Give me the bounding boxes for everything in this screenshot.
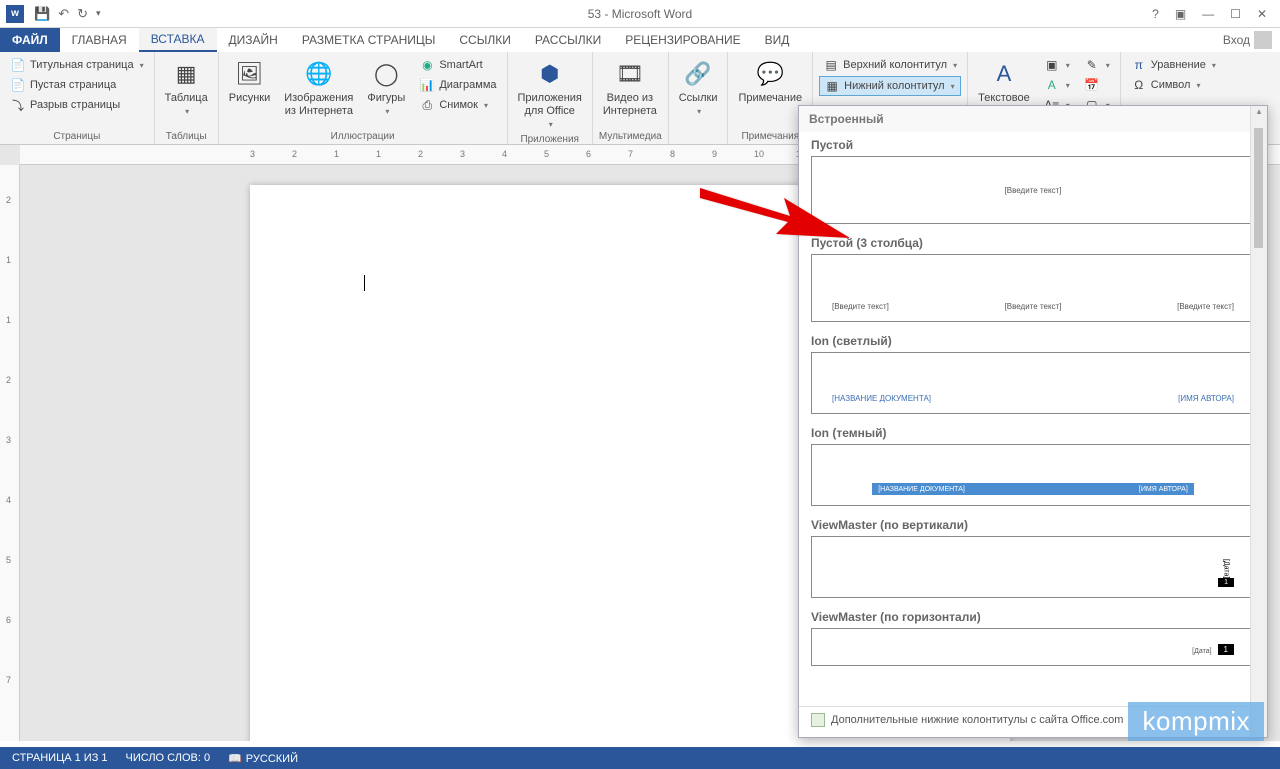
video-icon: 🎞: [614, 58, 646, 90]
group-pages: 📄Титульная страница▾ 📄Пустая страница ⤵Р…: [0, 52, 155, 144]
header-icon: ▤: [823, 57, 839, 73]
dropdown-category: Встроенный: [799, 106, 1267, 132]
equation-icon: π: [1131, 57, 1147, 73]
group-apps-label: Приложения: [514, 132, 586, 145]
table-icon: ▦: [170, 58, 202, 90]
online-video-button[interactable]: 🎞Видео из Интернета: [599, 56, 661, 120]
help-icon[interactable]: ?: [1147, 7, 1164, 21]
status-words[interactable]: ЧИСЛО СЛОВ: 0: [126, 752, 211, 764]
shapes-icon: ◯: [370, 58, 402, 90]
group-illustrations: 🖼Рисунки 🌐Изображения из Интернета ◯Фигу…: [219, 52, 508, 144]
page-break-icon: ⤵: [10, 97, 26, 113]
word-logo: w: [6, 5, 24, 23]
window-title: 53 - Microsoft Word: [588, 7, 692, 21]
minimize-icon[interactable]: —: [1197, 7, 1219, 21]
watermark: kompmix: [1128, 702, 1264, 741]
status-bar: СТРАНИЦА 1 ИЗ 1 ЧИСЛО СЛОВ: 0 📖РУССКИЙ: [0, 747, 1280, 769]
undo-icon[interactable]: ↶: [58, 6, 69, 22]
apps-button[interactable]: ⬢Приложения для Office▾: [514, 56, 586, 132]
cover-page-icon: 📄: [10, 57, 26, 73]
textbox-button[interactable]: AТекстовое: [974, 56, 1034, 107]
screenshot-icon: ⎙: [419, 97, 435, 113]
comment-button[interactable]: 💬Примечание: [734, 56, 806, 107]
gallery-item-blank[interactable]: Пустой [Введите текст]: [799, 132, 1267, 224]
quick-access-toolbar: 💾 ↶ ↻ ▾: [34, 6, 101, 22]
title-bar: w 💾 ↶ ↻ ▾ 53 - Microsoft Word ? ▣ — ☐ ✕: [0, 0, 1280, 28]
avatar-icon: [1254, 31, 1272, 49]
sign-in-label: Вход: [1223, 33, 1250, 47]
maximize-icon[interactable]: ☐: [1225, 7, 1246, 21]
comment-icon: 💬: [754, 58, 786, 90]
blank-page-icon: 📄: [10, 77, 26, 93]
smartart-icon: ◉: [419, 57, 435, 73]
office-icon: [811, 713, 825, 727]
status-lang[interactable]: 📖РУССКИЙ: [228, 752, 298, 765]
online-pictures-icon: 🌐: [303, 58, 335, 90]
gallery-item-viewmaster-h[interactable]: ViewMaster (по горизонтали) [Дата] 1: [799, 604, 1267, 666]
footer-icon: ▦: [824, 78, 840, 94]
equation-button[interactable]: πУравнение▾: [1127, 56, 1220, 74]
tab-review[interactable]: РЕЦЕНЗИРОВАНИЕ: [613, 28, 752, 52]
ribbon-options-icon[interactable]: ▣: [1170, 7, 1191, 21]
group-apps: ⬢Приложения для Office▾ Приложения: [508, 52, 593, 144]
quick-parts-button[interactable]: ▣▾: [1040, 56, 1074, 74]
wordart-button[interactable]: A▾: [1040, 76, 1074, 94]
links-button[interactable]: 🔗Ссылки▾: [675, 56, 722, 119]
text-cursor: [364, 275, 365, 291]
group-media: 🎞Видео из Интернета Мультимедиа: [593, 52, 669, 144]
tab-layout[interactable]: РАЗМЕТКА СТРАНИЦЫ: [290, 28, 448, 52]
qat-more-icon[interactable]: ▾: [96, 8, 101, 19]
vertical-ruler[interactable]: 211234567: [0, 165, 20, 741]
group-tables-label: Таблицы: [161, 129, 212, 142]
cover-page-button[interactable]: 📄Титульная страница▾: [6, 56, 148, 74]
dropdown-scrollbar[interactable]: ▴: [1250, 106, 1267, 737]
symbol-icon: Ω: [1131, 77, 1147, 93]
pictures-button[interactable]: 🖼Рисунки: [225, 56, 275, 107]
link-icon: 🔗: [682, 58, 714, 90]
blank-page-button[interactable]: 📄Пустая страница: [6, 76, 148, 94]
datetime-button[interactable]: 📅: [1080, 76, 1114, 94]
ribbon-tabs: ФАЙЛ ГЛАВНАЯ ВСТАВКА ДИЗАЙН РАЗМЕТКА СТР…: [0, 28, 1280, 52]
symbol-button[interactable]: ΩСимвол▾: [1127, 76, 1220, 94]
tab-home[interactable]: ГЛАВНАЯ: [60, 28, 139, 52]
sign-in[interactable]: Вход: [1223, 28, 1280, 52]
save-icon[interactable]: 💾: [34, 6, 50, 22]
pictures-icon: 🖼: [233, 58, 265, 90]
textbox-icon: A: [988, 58, 1020, 90]
screenshot-button[interactable]: ⎙Снимок▾: [415, 96, 500, 114]
tab-file[interactable]: ФАЙЛ: [0, 28, 60, 52]
group-media-label: Мультимедиа: [599, 129, 662, 142]
apps-icon: ⬢: [534, 58, 566, 90]
group-tables: ▦Таблица▾ Таблицы: [155, 52, 219, 144]
smartart-button[interactable]: ◉SmartArt: [415, 56, 500, 74]
status-page[interactable]: СТРАНИЦА 1 ИЗ 1: [12, 752, 108, 764]
tab-mailings[interactable]: РАССЫЛКИ: [523, 28, 613, 52]
group-comments-label: Примечания: [734, 129, 806, 142]
group-links: 🔗Ссылки▾: [669, 52, 729, 144]
tab-view[interactable]: ВИД: [753, 28, 802, 52]
gallery-item-ion-dark[interactable]: Ion (темный) [НАЗВАНИЕ ДОКУМЕНТА][ИМЯ АВ…: [799, 420, 1267, 506]
group-illustrations-label: Иллюстрации: [225, 129, 501, 142]
group-pages-label: Страницы: [6, 129, 148, 142]
gallery-item-blank3[interactable]: Пустой (3 столбца) [Введите текст] [Введ…: [799, 230, 1267, 322]
chart-icon: 📊: [419, 77, 435, 93]
tab-insert[interactable]: ВСТАВКА: [139, 28, 217, 52]
header-button[interactable]: ▤Верхний колонтитул▾: [819, 56, 961, 74]
close-icon[interactable]: ✕: [1252, 7, 1272, 21]
footer-gallery-dropdown: Встроенный Пустой [Введите текст] Пустой…: [798, 105, 1268, 738]
online-pictures-button[interactable]: 🌐Изображения из Интернета: [280, 56, 357, 120]
gallery-item-viewmaster-v[interactable]: ViewMaster (по вертикали) [Дата] 1: [799, 512, 1267, 598]
tab-design[interactable]: ДИЗАЙН: [217, 28, 290, 52]
redo-icon[interactable]: ↻: [77, 6, 88, 22]
signature-button[interactable]: ✎▾: [1080, 56, 1114, 74]
page-break-button[interactable]: ⤵Разрыв страницы: [6, 96, 148, 114]
gallery-item-ion-light[interactable]: Ion (светлый) [НАЗВАНИЕ ДОКУМЕНТА] [ИМЯ …: [799, 328, 1267, 414]
chart-button[interactable]: 📊Диаграмма: [415, 76, 500, 94]
shapes-button[interactable]: ◯Фигуры▾: [363, 56, 409, 119]
table-button[interactable]: ▦Таблица▾: [161, 56, 212, 119]
tab-references[interactable]: ССЫЛКИ: [447, 28, 522, 52]
footer-button[interactable]: ▦Нижний колонтитул▾: [819, 76, 961, 96]
